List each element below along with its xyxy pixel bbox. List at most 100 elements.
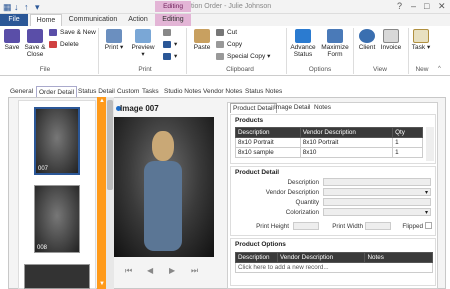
special-copy-button[interactable]: Special Copy ▾ (216, 53, 270, 61)
product-detail-title: Product Detail (235, 169, 280, 176)
vendor-description-select[interactable]: ▾ (323, 188, 431, 196)
tab-file[interactable]: File (0, 14, 28, 26)
thumbnail-item[interactable]: 008 (34, 185, 80, 253)
table-cell: 1 (392, 147, 423, 158)
preview-label: Preview (131, 44, 155, 51)
splitter-down-icon[interactable]: ▼ (99, 281, 105, 287)
colorization-label: Colorization (285, 209, 319, 216)
tab-notes[interactable]: Notes (314, 103, 331, 113)
previous-image-icon[interactable]: ◀ (147, 266, 153, 275)
table-cell: 8x10 Portrait (299, 137, 394, 148)
delete-button[interactable]: Delete (49, 41, 79, 49)
window-title: Production Order - Julie Johnson (168, 3, 272, 10)
products-title: Products (235, 117, 264, 124)
thumbnail-item[interactable] (24, 264, 90, 289)
tab-status-notes[interactable]: Status Notes (245, 86, 282, 97)
last-image-icon[interactable]: ⏭ (191, 266, 198, 276)
tab-order-detail[interactable]: Order Detail (36, 86, 78, 97)
detail-panel: Product Detail Image Detail Notes Produc… (227, 102, 438, 289)
help-icon[interactable]: ? (397, 1, 402, 11)
column-header[interactable]: Vendor Description (276, 252, 366, 263)
maximize-form-button[interactable]: Maximize Form (320, 29, 350, 58)
new-record-row[interactable]: Click here to add a new record... (235, 262, 433, 273)
special-copy-icon (216, 53, 224, 60)
print-width-field[interactable] (365, 222, 391, 230)
tab-general[interactable]: General (10, 86, 33, 97)
cut-button[interactable]: Cut (216, 29, 237, 37)
invoice-label: Invoice (380, 44, 402, 51)
print-height-field[interactable] (293, 222, 319, 230)
copy-label: Copy (227, 41, 243, 49)
first-image-icon[interactable]: ⏮ (125, 266, 132, 276)
chevron-down-icon: ▾ (424, 190, 428, 196)
minimize-icon[interactable]: – (411, 1, 416, 11)
flipped-label: Flipped (402, 223, 423, 230)
client-label: Client (358, 44, 376, 51)
thumbnail-item[interactable]: 007 (34, 107, 80, 175)
paste-button[interactable]: Paste (191, 29, 213, 51)
flipped-checkbox[interactable] (425, 222, 432, 229)
print-button[interactable]: Print ▾ (103, 29, 125, 51)
tab-tasks[interactable]: Tasks (142, 86, 159, 97)
photo-subject (152, 131, 174, 161)
paste-icon (194, 29, 210, 43)
tab-status-detail[interactable]: Status Detail (78, 86, 115, 97)
save-icon (4, 29, 20, 43)
image-navigation: ⏮ ◀ ▶ ⏭ (125, 266, 205, 276)
group-separator (286, 28, 287, 74)
column-header[interactable]: Qty (392, 127, 423, 138)
column-header[interactable]: Description (235, 252, 278, 263)
description-field[interactable] (323, 178, 431, 186)
paste-label: Paste (193, 44, 211, 51)
ribbon-tab-row: File Home Communication Action Editing (0, 14, 450, 26)
save-close-icon (27, 29, 43, 43)
email-button[interactable]: ▾ (163, 53, 177, 61)
product-options-title: Product Options (235, 241, 286, 248)
task-button[interactable]: Task ▾ (411, 29, 431, 51)
splitter-bar[interactable] (97, 97, 106, 289)
copy-button[interactable]: Copy (216, 41, 242, 49)
quick-down-icon[interactable]: ↓ (14, 2, 19, 12)
advance-status-button[interactable]: Advance Status (288, 29, 318, 58)
quantity-field[interactable] (323, 198, 431, 206)
export-button[interactable]: ▾ (163, 41, 177, 49)
client-button[interactable]: Client (356, 29, 378, 51)
app-icon: ▦ (3, 2, 12, 12)
column-header[interactable]: Notes (364, 252, 433, 263)
save-close-button[interactable]: Save & Close (24, 29, 46, 58)
tab-studio-notes[interactable]: Studio Notes (164, 86, 201, 97)
next-image-icon[interactable]: ▶ (169, 266, 175, 275)
tab-product-detail[interactable]: Product Detail (230, 103, 277, 113)
maximize-icon[interactable]: □ (424, 1, 429, 11)
clipboard-group-label: Clipboard (226, 66, 254, 73)
tab-image-detail[interactable]: Image Detail (274, 103, 311, 113)
save-button[interactable]: Save (2, 29, 22, 51)
tab-communication[interactable]: Communication (68, 14, 118, 26)
column-header[interactable]: Description (235, 127, 301, 138)
quick-up-icon[interactable]: ↑ (24, 2, 29, 12)
scrollbar-thumb[interactable] (107, 100, 113, 190)
table-row[interactable]: 8x10 sample 8x10 1 (235, 147, 423, 158)
products-scrollbar[interactable] (426, 127, 434, 161)
table-row[interactable]: 8x10 Portrait 8x10 Portrait 1 (235, 137, 423, 148)
tab-editing[interactable]: Editing (155, 14, 191, 26)
column-header[interactable]: Vendor Description (299, 127, 394, 138)
quick-menu-icon[interactable]: ▾ (35, 2, 40, 13)
view-group-label: View (373, 66, 387, 73)
zoom-button[interactable] (163, 29, 174, 37)
save-new-button[interactable]: Save & New (49, 29, 96, 37)
preview-button[interactable]: Preview ▾ (130, 29, 156, 58)
save-new-label: Save & New (60, 29, 96, 37)
tab-home[interactable]: Home (30, 14, 62, 26)
tab-action[interactable]: Action (124, 14, 152, 26)
close-icon[interactable]: ✕ (438, 1, 446, 12)
tab-custom[interactable]: Custom (117, 86, 139, 97)
invoice-button[interactable]: Invoice (379, 29, 403, 51)
new-record-prompt[interactable]: Click here to add a new record... (235, 262, 433, 273)
group-separator (98, 28, 99, 74)
ribbon: Save Save & Close Save & New Delete File… (0, 26, 450, 76)
tab-vendor-notes[interactable]: Vendor Notes (203, 86, 242, 97)
collapse-ribbon-icon[interactable]: ^ (438, 66, 441, 72)
colorization-select[interactable]: ▾ (323, 208, 431, 216)
splitter-up-icon[interactable]: ▲ (99, 98, 105, 104)
